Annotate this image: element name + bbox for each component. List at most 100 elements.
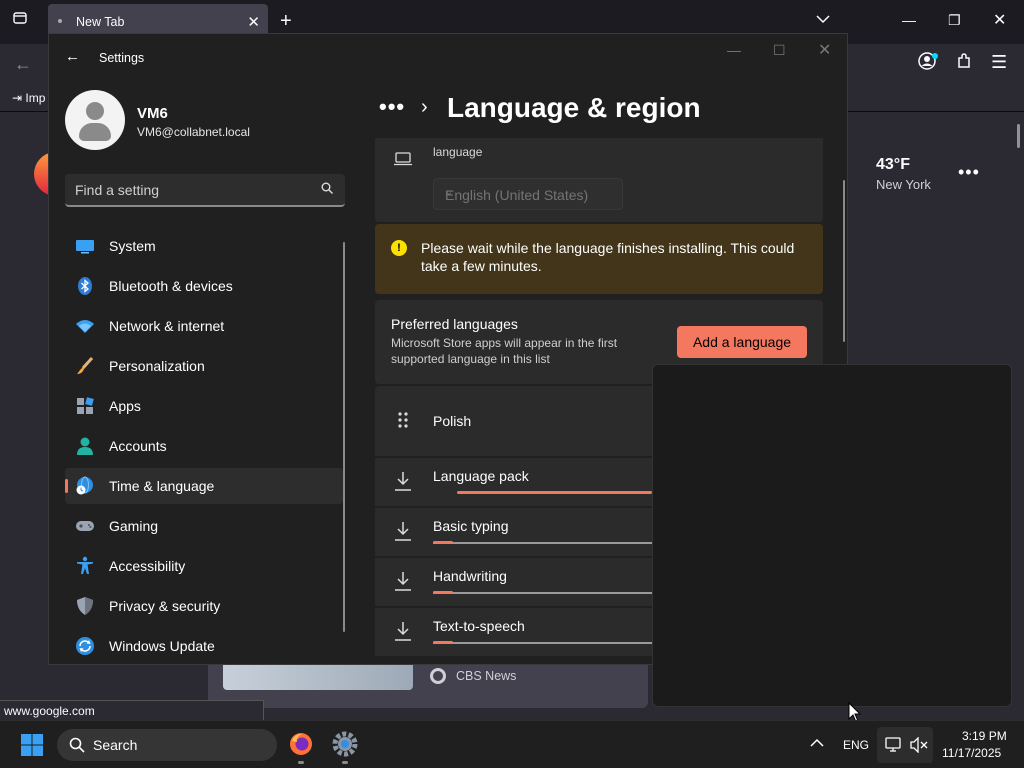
settings-nav: System Bluetooth & devices Network & int… [65, 228, 343, 668]
display-language-dropdown[interactable]: English (United States) ⌄ [433, 178, 623, 210]
nav-label: Personalization [109, 358, 205, 374]
download-label: Handwriting [433, 568, 507, 584]
update-icon [76, 637, 94, 655]
breadcrumb-chevron-icon: › [421, 96, 428, 118]
avatar-body [79, 123, 111, 141]
nav-label: Accessibility [109, 558, 186, 574]
bluetooth-icon [78, 277, 92, 295]
shield-icon [77, 597, 93, 615]
nav-label: Accounts [109, 438, 167, 454]
find-setting-input[interactable] [75, 181, 305, 199]
find-setting-box[interactable] [65, 174, 345, 207]
language-name: Polish [433, 413, 472, 429]
wifi-icon [76, 320, 94, 333]
apps-icon [77, 397, 94, 414]
nav-item-apps[interactable]: Apps [65, 388, 343, 424]
settings-gear-icon[interactable] [332, 731, 358, 757]
clock-date[interactable]: 11/17/2025 [942, 746, 1001, 760]
clock-time[interactable]: 3:19 PM [962, 729, 1007, 743]
extensions-icon[interactable] [955, 52, 973, 75]
nav-scrollbar[interactable] [343, 242, 345, 632]
firefox-running-indicator [298, 761, 304, 764]
nav-label: Gaming [109, 518, 159, 534]
download-icon [395, 472, 411, 491]
nav-item-network[interactable]: Network & internet [65, 308, 343, 344]
weather-city: New York [876, 177, 931, 192]
drag-handle-icon[interactable] [397, 411, 409, 429]
user-name: VM6 [137, 105, 168, 122]
download-label: Text-to-speech [433, 618, 525, 634]
preferred-languages-title: Preferred languages [391, 316, 518, 332]
weather-more-icon[interactable]: ••• [958, 162, 980, 183]
avatar[interactable] [65, 90, 125, 150]
taskbar: Search ENG 3:19 PM 11/17/2025 [0, 720, 1024, 768]
quick-settings-button[interactable] [877, 727, 933, 763]
progress-fill [457, 491, 652, 494]
nav-label: Network & internet [109, 318, 225, 334]
download-icon [395, 572, 411, 591]
minimize-icon[interactable]: — [727, 42, 741, 58]
person-icon [77, 437, 93, 455]
nav-item-time-language[interactable]: Time & language [65, 468, 343, 504]
warning-icon: ! [391, 240, 407, 256]
tab-favicon-icon [58, 19, 62, 23]
warning-text: Please wait while the language finishes … [421, 240, 795, 274]
list-all-tabs-icon[interactable] [8, 10, 32, 34]
windows-start-icon[interactable] [21, 734, 43, 756]
nav-item-windows-update[interactable]: Windows Update [65, 628, 343, 664]
download-label: Basic typing [433, 518, 509, 534]
preferred-languages-description: Microsoft Store apps will appear in the … [391, 336, 618, 366]
back-arrow-icon[interactable]: ← [65, 48, 80, 65]
taskbar-search[interactable]: Search [57, 729, 277, 761]
content-scrollbar[interactable] [843, 180, 845, 342]
status-bar: www.google.com [0, 700, 264, 722]
nav-item-personalization[interactable]: Personalization [65, 348, 343, 384]
nav-label: Bluetooth & devices [109, 278, 233, 294]
search-icon [69, 737, 85, 753]
download-icon [395, 622, 411, 641]
nav-item-gaming[interactable]: Gaming [65, 508, 343, 544]
download-icon [395, 522, 411, 541]
display-language-card: language English (United States) ⌄ [375, 138, 823, 222]
chevron-down-icon[interactable] [816, 11, 830, 27]
back-arrow-icon[interactable]: ← [14, 54, 32, 75]
progress-fill [433, 541, 453, 544]
page-title: Language & region [447, 92, 701, 123]
add-language-button[interactable]: Add a language [677, 326, 807, 358]
maximize-icon[interactable]: ☐ [773, 42, 786, 59]
chevron-down-icon: ⌄ [445, 187, 454, 198]
nav-item-accounts[interactable]: Accounts [65, 428, 343, 464]
nav-label: Privacy & security [109, 598, 221, 614]
network-icon [885, 737, 901, 752]
breadcrumb-more-icon[interactable]: ••• [379, 94, 405, 120]
nav-item-accessibility[interactable]: Accessibility [65, 548, 343, 584]
nav-label: Windows Update [109, 638, 215, 654]
story-source: CBS News [456, 669, 517, 683]
show-hidden-icons-icon[interactable] [810, 735, 824, 751]
taskbar-search-label: Search [93, 737, 138, 753]
hamburger-menu-icon[interactable]: ☰ [991, 52, 1007, 73]
blank-flyout-panel [652, 364, 1012, 707]
new-tab-icon[interactable]: + [280, 10, 292, 33]
browser-close-icon[interactable]: ✕ [993, 10, 1006, 30]
close-icon[interactable]: ✕ [818, 40, 831, 60]
page-scrollbar[interactable] [1017, 124, 1020, 148]
nav-item-bluetooth[interactable]: Bluetooth & devices [65, 268, 343, 304]
laptop-icon [394, 152, 412, 166]
import-bookmarks-button[interactable]: ⇥ Imp [12, 91, 45, 105]
input-language-indicator[interactable]: ENG [843, 738, 869, 752]
close-tab-icon[interactable]: ✕ [247, 13, 260, 31]
nav-label: Time & language [109, 478, 215, 494]
search-icon [321, 182, 333, 194]
nav-label: Apps [109, 398, 141, 414]
browser-restore-icon[interactable]: ❐ [948, 12, 961, 29]
nav-item-system[interactable]: System [65, 228, 343, 264]
nav-item-privacy[interactable]: Privacy & security [65, 588, 343, 624]
monitor-icon [76, 240, 94, 254]
install-warning: ! Please wait while the language finishe… [375, 224, 823, 294]
firefox-icon[interactable] [288, 731, 314, 757]
accessibility-icon [77, 556, 93, 574]
browser-minimize-icon[interactable]: — [902, 12, 916, 28]
display-language-description: language [433, 145, 483, 159]
weather-temperature: 43°F [876, 156, 910, 173]
